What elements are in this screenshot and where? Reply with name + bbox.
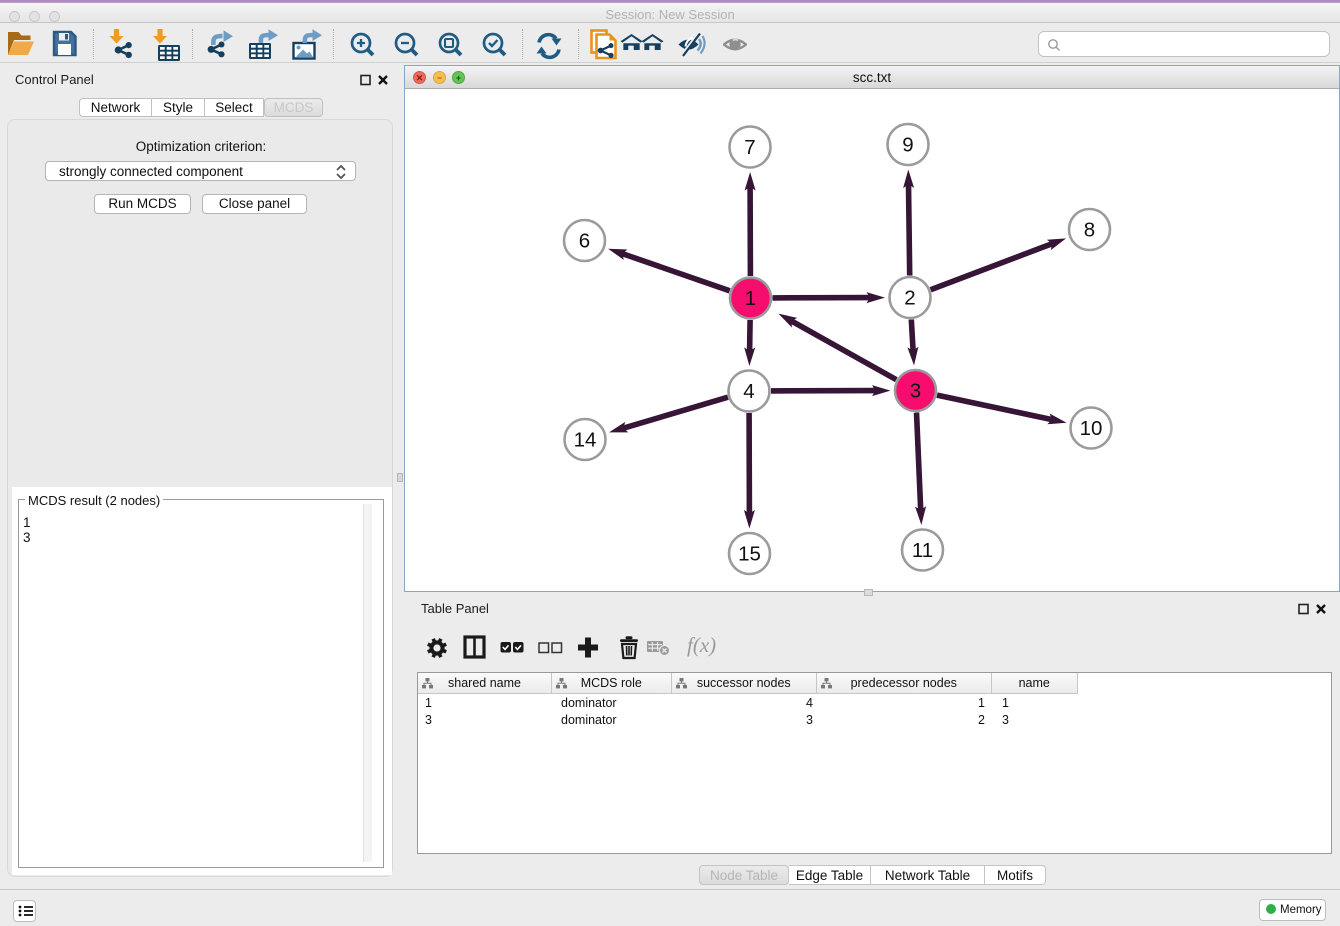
svg-text:8: 8: [1084, 219, 1095, 242]
svg-text:3: 3: [910, 380, 921, 403]
svg-text:2: 2: [904, 287, 915, 310]
svg-text:4: 4: [743, 380, 754, 403]
svg-text:9: 9: [902, 134, 913, 157]
svg-text:1: 1: [745, 287, 756, 310]
svg-text:14: 14: [574, 429, 597, 452]
svg-text:10: 10: [1080, 417, 1103, 440]
svg-text:15: 15: [738, 543, 761, 566]
svg-text:7: 7: [744, 136, 755, 159]
svg-text:6: 6: [579, 230, 590, 253]
svg-text:11: 11: [912, 539, 933, 562]
